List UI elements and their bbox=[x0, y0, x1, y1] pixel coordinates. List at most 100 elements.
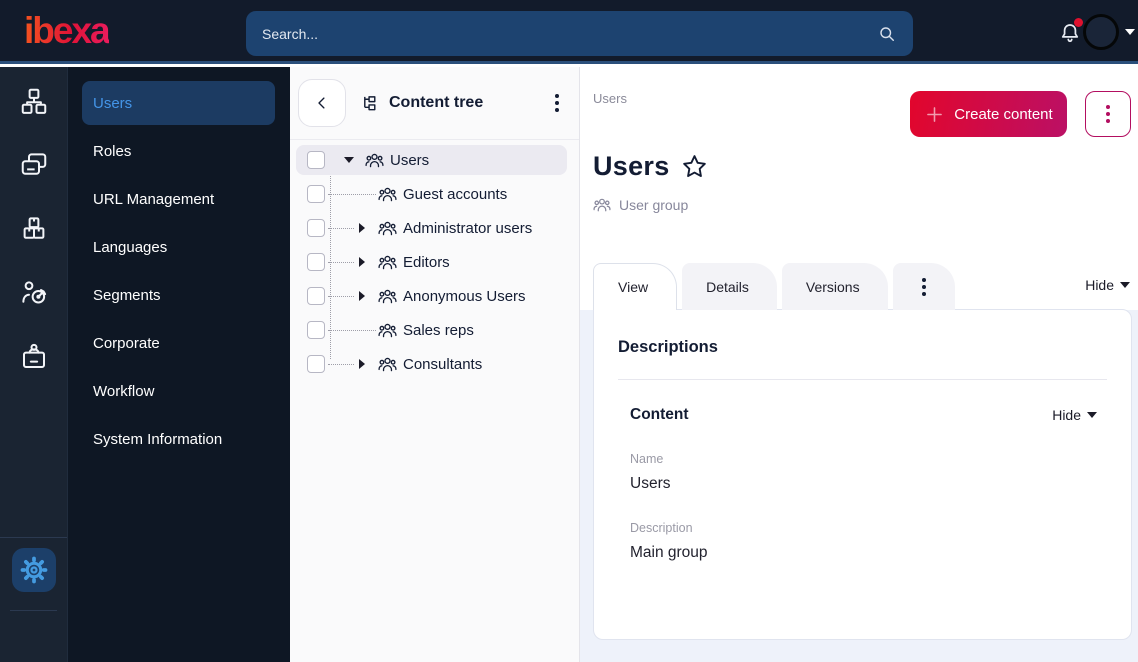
tree-item-checkbox[interactable] bbox=[307, 151, 325, 169]
page-options-button[interactable] bbox=[1085, 91, 1131, 137]
search-icon[interactable] bbox=[877, 24, 897, 44]
gear-icon bbox=[20, 556, 48, 584]
hide-section-toggle[interactable]: Hide bbox=[1052, 407, 1097, 423]
ibexa-admin-ui: ibexa Search... Users Roles URL Manageme… bbox=[0, 0, 1138, 662]
tab-details[interactable]: Details bbox=[682, 263, 777, 310]
content-section-title: Content bbox=[630, 406, 689, 423]
caret-collapsed-icon[interactable] bbox=[356, 222, 368, 234]
tree-item-users[interactable]: Users bbox=[296, 145, 567, 175]
boxes-icon[interactable] bbox=[13, 208, 55, 250]
page-title-row: Users bbox=[593, 151, 708, 182]
create-content-label: Create content bbox=[954, 105, 1053, 123]
chevron-left-icon bbox=[318, 97, 325, 109]
sitemap-icon[interactable] bbox=[13, 80, 55, 122]
create-content-button[interactable]: Create content bbox=[910, 91, 1067, 137]
sidebar-item-corporate[interactable]: Corporate bbox=[82, 321, 275, 365]
user-group-icon bbox=[378, 255, 397, 269]
settings-button[interactable] bbox=[12, 548, 56, 592]
field-label: Description bbox=[630, 521, 693, 535]
ibexa-logo[interactable]: ibexa bbox=[24, 10, 111, 52]
sidebar-item-segments[interactable]: Segments bbox=[82, 273, 275, 317]
tree-item-checkbox[interactable] bbox=[307, 355, 325, 373]
sidebar-item-system-information[interactable]: System Information bbox=[82, 417, 275, 461]
notification-badge bbox=[1074, 18, 1083, 27]
tree-item-sales-reps[interactable]: Sales reps bbox=[296, 315, 567, 345]
target-person-icon[interactable] bbox=[13, 272, 55, 314]
tree-item-checkbox[interactable] bbox=[307, 287, 325, 305]
tab-label: Details bbox=[706, 278, 749, 295]
main-content: Users Create content Users User group Vi… bbox=[580, 67, 1138, 662]
caret-collapsed-icon[interactable] bbox=[356, 358, 368, 370]
descriptions-heading: Descriptions bbox=[618, 338, 718, 356]
bookmark-star-icon[interactable] bbox=[681, 153, 708, 180]
tree-item-label: Editors bbox=[403, 253, 450, 271]
sidebar-item-workflow[interactable]: Workflow bbox=[82, 369, 275, 413]
user-group-icon bbox=[593, 198, 611, 212]
sidebar-item-languages[interactable]: Languages bbox=[82, 225, 275, 269]
hide-label: Hide bbox=[1052, 407, 1081, 423]
page-title: Users bbox=[593, 151, 670, 181]
tree-item-administrator-users[interactable]: Administrator users bbox=[296, 213, 567, 243]
collapse-tree-button[interactable] bbox=[298, 79, 346, 127]
sidebar-menu: Users Roles URL Management Languages Seg… bbox=[68, 67, 290, 662]
tree-item-label: Sales reps bbox=[403, 321, 474, 339]
user-group-icon bbox=[378, 289, 397, 303]
topbar: ibexa bbox=[0, 0, 1138, 64]
tree-item-checkbox[interactable] bbox=[307, 321, 325, 339]
tree-item-editors[interactable]: Editors bbox=[296, 247, 567, 277]
user-group-icon bbox=[365, 153, 384, 167]
tab-bar: View Details Versions bbox=[593, 263, 960, 310]
breadcrumb[interactable]: Users bbox=[593, 91, 627, 106]
user-group-icon bbox=[378, 357, 397, 371]
tab-label: View bbox=[618, 279, 649, 295]
tree-item-guest-accounts[interactable]: Guest accounts bbox=[296, 179, 567, 209]
sidebar-item-label: URL Management bbox=[93, 190, 215, 208]
content-section-header: Content Hide bbox=[630, 406, 1097, 424]
tab-more-button[interactable] bbox=[892, 263, 955, 310]
kebab-icon bbox=[916, 272, 932, 302]
tree-item-label: Anonymous Users bbox=[403, 287, 526, 305]
global-search[interactable] bbox=[246, 11, 913, 56]
sidebar-item-url-management[interactable]: URL Management bbox=[82, 177, 275, 221]
tree-item-anonymous-users[interactable]: Anonymous Users bbox=[296, 281, 567, 311]
tree-options-button[interactable] bbox=[549, 88, 565, 118]
caret-expanded-icon[interactable] bbox=[343, 154, 355, 166]
pages-icon[interactable] bbox=[13, 144, 55, 186]
tree-item-checkbox[interactable] bbox=[307, 253, 325, 271]
content-tree-list: Users Guest accounts Administrator users… bbox=[290, 140, 579, 379]
tree-item-label: Administrator users bbox=[403, 219, 533, 237]
plus-icon bbox=[927, 106, 943, 122]
user-group-icon bbox=[378, 221, 397, 235]
tree-item-checkbox[interactable] bbox=[307, 185, 325, 203]
caret-collapsed-icon[interactable] bbox=[356, 290, 368, 302]
sidebar-item-label: Corporate bbox=[93, 334, 160, 352]
sidebar-item-label: Workflow bbox=[93, 382, 155, 400]
chevron-down-icon[interactable] bbox=[1125, 29, 1135, 35]
field-value: Users bbox=[630, 475, 671, 492]
caret-down-icon bbox=[1087, 412, 1097, 418]
hide-panel-toggle[interactable]: Hide bbox=[1085, 277, 1130, 293]
tab-versions[interactable]: Versions bbox=[781, 263, 888, 310]
user-avatar[interactable] bbox=[1083, 14, 1119, 50]
field-label: Name bbox=[630, 452, 664, 466]
notifications-button[interactable] bbox=[1057, 18, 1083, 46]
user-group-icon bbox=[378, 187, 397, 201]
tab-view[interactable]: View bbox=[593, 263, 678, 310]
card-divider bbox=[618, 379, 1107, 380]
field-description: Description Main group bbox=[630, 521, 1107, 562]
search-input[interactable] bbox=[262, 25, 877, 42]
tree-item-label: Guest accounts bbox=[403, 185, 508, 203]
tab-content-area: Descriptions Content Hide Name Users Des… bbox=[580, 309, 1138, 662]
field-name: Name Users bbox=[630, 452, 1107, 493]
tree-item-checkbox[interactable] bbox=[307, 219, 325, 237]
content-type-label: User group bbox=[619, 197, 689, 213]
sidebar-item-roles[interactable]: Roles bbox=[82, 129, 275, 173]
tree-item-consultants[interactable]: Consultants bbox=[296, 349, 567, 379]
id-badge-icon[interactable] bbox=[13, 336, 55, 378]
rail-divider bbox=[0, 537, 67, 538]
caret-collapsed-icon[interactable] bbox=[356, 256, 368, 268]
sidebar-item-label: Roles bbox=[93, 142, 132, 160]
sidebar-item-users[interactable]: Users bbox=[82, 81, 275, 125]
content-tree-icon bbox=[364, 95, 376, 110]
sidebar-item-label: System Information bbox=[93, 430, 223, 448]
